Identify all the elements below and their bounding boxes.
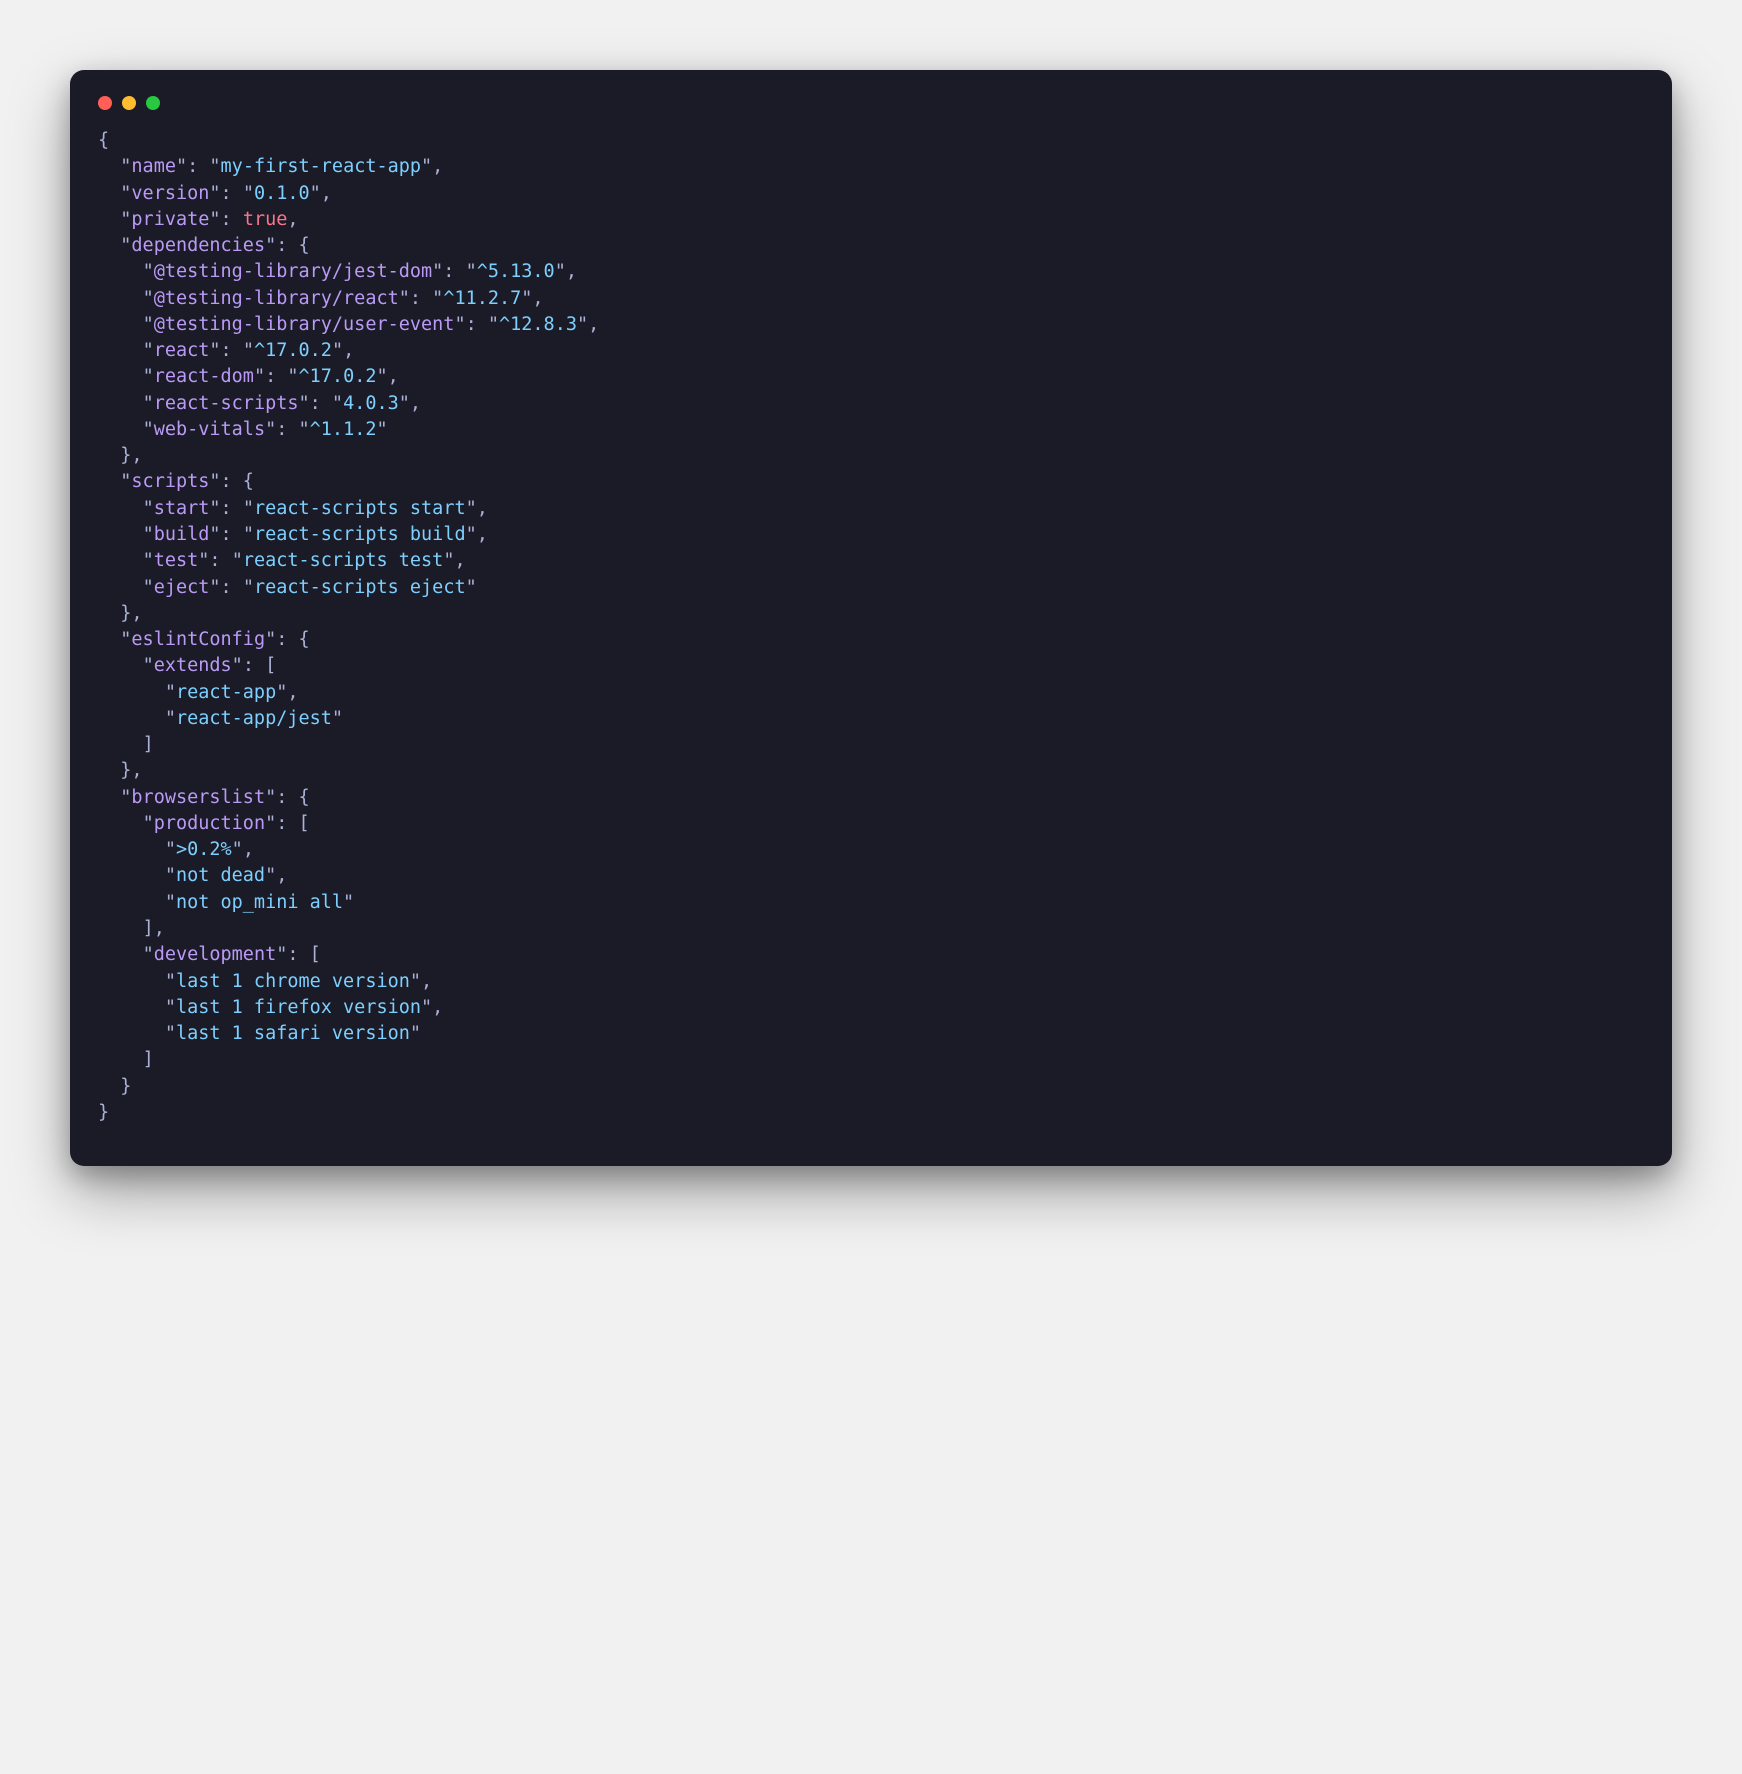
json-key: react-scripts xyxy=(154,393,299,414)
json-value: ^17.0.2 xyxy=(254,340,332,361)
json-value: ^12.8.3 xyxy=(499,314,577,335)
json-key: @testing-library/jest-dom xyxy=(154,261,432,282)
code-window: { "name": "my-first-react-app", "version… xyxy=(70,70,1672,1166)
json-key: scripts xyxy=(131,471,209,492)
json-key: browserslist xyxy=(131,787,265,808)
window-traffic-lights xyxy=(94,92,1648,128)
json-value: react-app/jest xyxy=(176,708,332,729)
json-value: last 1 safari version xyxy=(176,1023,410,1044)
json-value: 0.1.0 xyxy=(254,183,310,204)
json-value: ^11.2.7 xyxy=(443,288,521,309)
json-key: dependencies xyxy=(131,235,265,256)
json-key: react xyxy=(154,340,210,361)
json-key: private xyxy=(131,209,209,230)
json-value: not op_mini all xyxy=(176,892,343,913)
zoom-icon[interactable] xyxy=(146,96,160,110)
json-bool: true xyxy=(243,209,288,230)
json-key: development xyxy=(154,944,277,965)
json-value: >0.2% xyxy=(176,839,232,860)
json-key: @testing-library/user-event xyxy=(154,314,455,335)
json-key: test xyxy=(154,550,199,571)
json-value: ^5.13.0 xyxy=(477,261,555,282)
json-value: react-scripts test xyxy=(243,550,443,571)
json-key: react-dom xyxy=(154,366,254,387)
json-key: eject xyxy=(154,577,210,598)
json-key: build xyxy=(154,524,210,545)
json-key: @testing-library/react xyxy=(154,288,399,309)
json-value: ^1.1.2 xyxy=(310,419,377,440)
json-key: extends xyxy=(154,655,232,676)
json-key: start xyxy=(154,498,210,519)
json-value: 4.0.3 xyxy=(343,393,399,414)
code-content: { "name": "my-first-react-app", "version… xyxy=(94,128,1648,1126)
minimize-icon[interactable] xyxy=(122,96,136,110)
json-key: version xyxy=(131,183,209,204)
json-key: production xyxy=(154,813,265,834)
json-value: my-first-react-app xyxy=(221,156,421,177)
json-value: react-scripts eject xyxy=(254,577,466,598)
json-key: web-vitals xyxy=(154,419,265,440)
json-value: last 1 chrome version xyxy=(176,971,410,992)
json-key: name xyxy=(131,156,176,177)
json-value: ^17.0.2 xyxy=(299,366,377,387)
json-value: last 1 firefox version xyxy=(176,997,421,1018)
json-value: react-scripts build xyxy=(254,524,466,545)
json-value: react-app xyxy=(176,682,276,703)
json-value: not dead xyxy=(176,865,265,886)
close-icon[interactable] xyxy=(98,96,112,110)
json-key: eslintConfig xyxy=(131,629,265,650)
json-value: react-scripts start xyxy=(254,498,466,519)
